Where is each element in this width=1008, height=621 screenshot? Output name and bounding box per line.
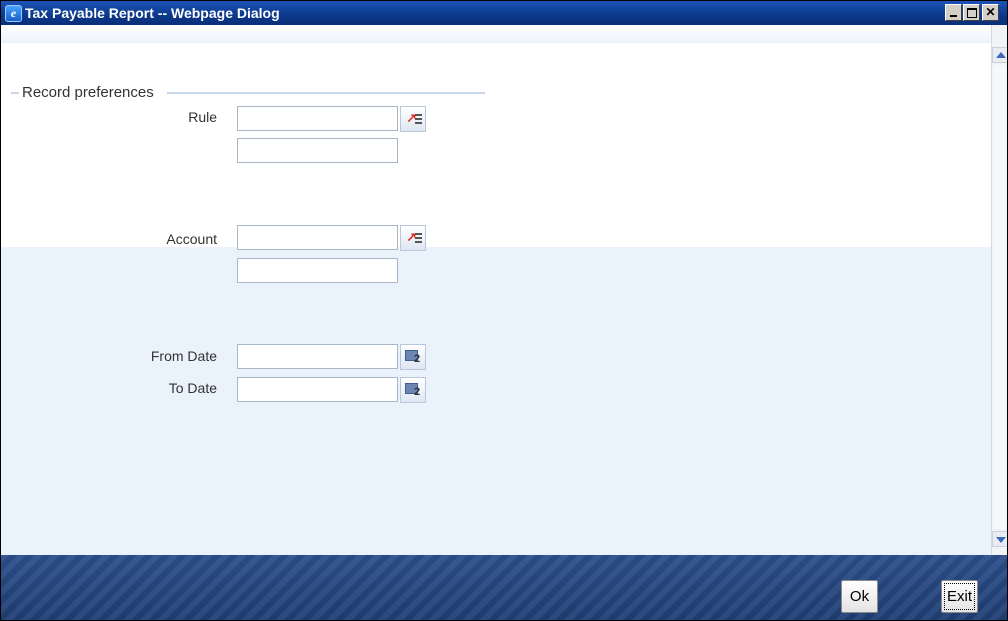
rule-label: Rule <box>188 109 217 125</box>
dialog-window: e Tax Payable Report -- Webpage Dialog ✕… <box>0 0 1008 621</box>
vertical-scrollbar[interactable] <box>991 25 1007 555</box>
scroll-up-button[interactable] <box>992 47 1007 63</box>
account-lov-button[interactable]: ↗ <box>400 225 426 251</box>
rule-description-field[interactable] <box>237 138 398 163</box>
fieldset-border <box>11 92 19 94</box>
ie-app-icon: e <box>5 5 22 22</box>
dialog-content: Record preferences Rule ↗ Account ↗ From… <box>1 25 991 555</box>
dialog-footer: Ok Exit <box>1 555 1007 620</box>
arrow-up-icon <box>996 52 1006 58</box>
rule-lov-button[interactable]: ↗ <box>400 106 426 132</box>
title-bar[interactable]: e Tax Payable Report -- Webpage Dialog ✕ <box>1 1 1007 25</box>
minimize-icon <box>950 15 957 17</box>
list-lines-icon <box>415 233 422 235</box>
close-icon: ✕ <box>985 5 996 19</box>
from-date-label: From Date <box>150 348 217 364</box>
arrow-down-icon <box>996 537 1006 543</box>
scroll-track[interactable] <box>993 65 1006 529</box>
from-date-calendar-button[interactable]: 2 <box>400 344 426 370</box>
to-date-input[interactable] <box>237 377 398 402</box>
ok-button[interactable]: Ok <box>841 580 878 613</box>
maximize-button[interactable] <box>963 4 980 21</box>
scroll-down-button[interactable] <box>992 531 1007 547</box>
fieldset-border <box>167 92 485 94</box>
account-label: Account <box>166 231 217 247</box>
account-input[interactable] <box>237 225 398 250</box>
maximize-icon <box>967 8 977 18</box>
to-date-label: To Date <box>168 380 217 396</box>
lower-panel <box>1 247 991 555</box>
fieldset-legend: Record preferences <box>22 84 154 101</box>
calendar-day-glyph: 2 <box>414 386 421 398</box>
window-title: Tax Payable Report -- Webpage Dialog <box>25 5 280 21</box>
header-band <box>1 25 991 43</box>
rule-input[interactable] <box>237 106 398 131</box>
exit-button[interactable]: Exit <box>941 580 978 613</box>
list-lines-icon <box>415 114 422 116</box>
to-date-calendar-button[interactable]: 2 <box>400 377 426 403</box>
minimize-button[interactable] <box>945 4 962 21</box>
account-description-field[interactable] <box>237 258 398 283</box>
calendar-day-glyph: 2 <box>414 353 421 365</box>
close-button[interactable]: ✕ <box>982 4 999 21</box>
from-date-input[interactable] <box>237 344 398 369</box>
